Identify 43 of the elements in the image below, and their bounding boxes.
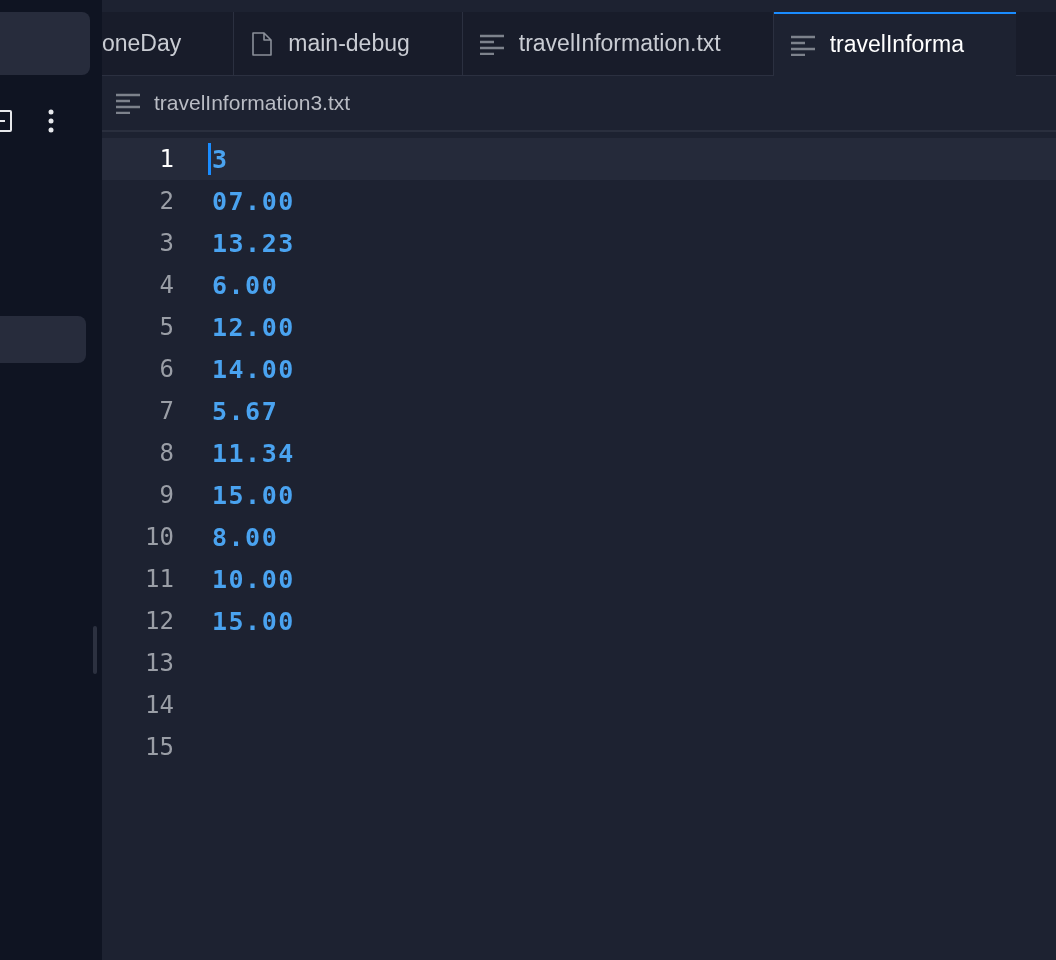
- code-text: 10.00: [212, 564, 295, 594]
- lines-icon: [116, 92, 140, 114]
- lines-icon: [479, 32, 504, 55]
- tab-label: oneDay: [102, 30, 182, 57]
- line-number: 3: [158, 229, 174, 257]
- editor-tab[interactable]: oneDay: [102, 12, 235, 76]
- line-number: 5: [158, 313, 174, 341]
- line-number: 8: [158, 439, 174, 467]
- code-text: 3: [212, 144, 229, 174]
- code-text: 07.00: [212, 186, 295, 216]
- code-text: 14.00: [212, 354, 295, 384]
- tab-label: travelInforma: [829, 31, 964, 58]
- editor-tab[interactable]: travelInforma: [773, 12, 1016, 76]
- code-text: 15.00: [212, 480, 295, 510]
- file-icon: [251, 30, 274, 57]
- line-number: 1: [158, 145, 174, 173]
- line-number: 14: [144, 691, 174, 719]
- line-number: 11: [144, 565, 174, 593]
- line-number: 2: [158, 187, 174, 215]
- code-text: 6.00: [212, 270, 279, 300]
- code-text: 11.34: [212, 438, 295, 468]
- breadcrumb-file-name[interactable]: travelInformation3.txt: [154, 91, 351, 115]
- line-number: 4: [158, 271, 174, 299]
- line-number: 15: [144, 733, 174, 761]
- text-cursor: [208, 143, 211, 175]
- code-text: 12.00: [212, 312, 295, 342]
- lines-icon: [790, 33, 815, 56]
- line-number: 13: [144, 649, 174, 677]
- code-text: 8.00: [212, 522, 279, 552]
- editor-tab[interactable]: main-debug: [234, 12, 463, 76]
- tab-label: travelInformation.txt: [518, 30, 721, 57]
- code-text: 5.67: [212, 396, 279, 426]
- code-text: 13.23: [212, 228, 295, 258]
- line-number: 12: [144, 607, 174, 635]
- code-text: 15.00: [212, 606, 295, 636]
- more-options-icon[interactable]: [48, 109, 54, 133]
- editor-tab[interactable]: travelInformation.txt: [462, 12, 774, 76]
- square-icon[interactable]: [0, 110, 12, 132]
- line-number: 10: [144, 523, 174, 551]
- line-number: 9: [158, 481, 174, 509]
- tab-label: main-debug: [288, 30, 410, 57]
- line-number: 6: [158, 355, 174, 383]
- line-number: 7: [158, 397, 174, 425]
